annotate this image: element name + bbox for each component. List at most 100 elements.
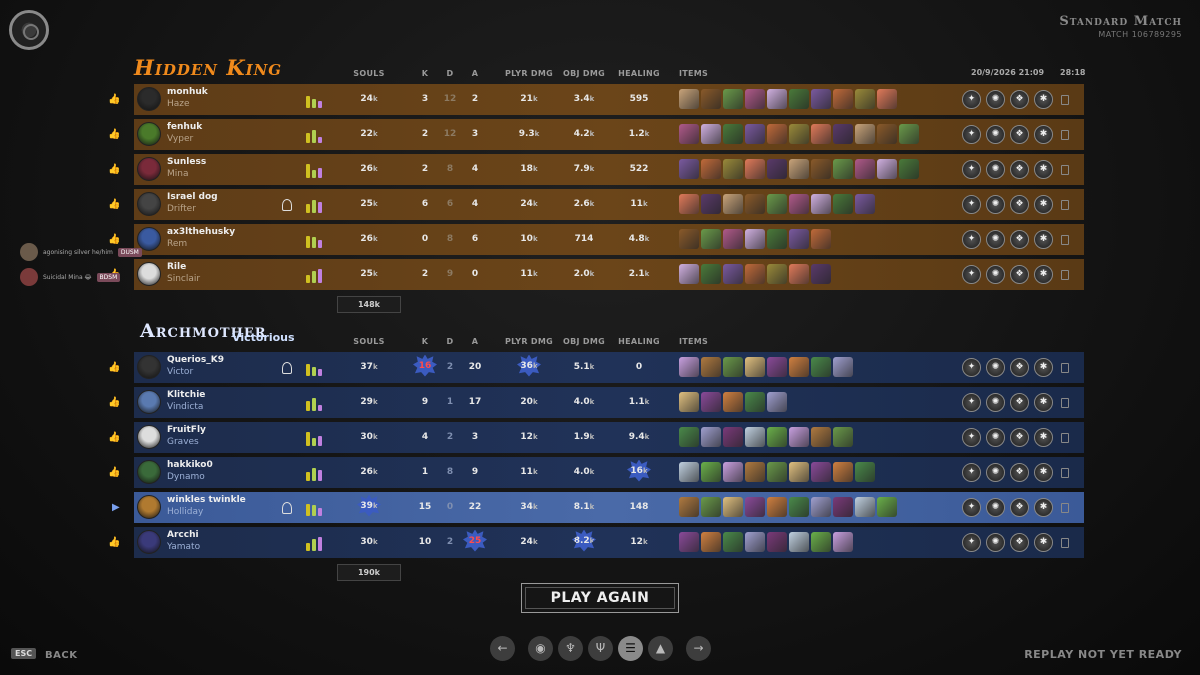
item-icon[interactable] [767,462,787,482]
player-avatar[interactable] [137,157,161,181]
ability-icon[interactable]: ✦ [962,90,981,109]
ability-icon[interactable]: ✺ [986,195,1005,214]
item-icon[interactable] [767,124,787,144]
ability-icon[interactable]: ❖ [1010,160,1029,179]
player-name[interactable]: winkles twinkle [167,495,246,505]
item-icon[interactable] [679,462,699,482]
item-icon[interactable] [811,357,831,377]
item-icon[interactable] [767,89,787,109]
player-name[interactable]: ax3lthehusky [167,227,235,237]
player-row[interactable]: FruitFly Graves 30k 4 2 3 12k 1.9k 9.4k ✦ ✺ ❖ ✱ [134,422,1084,453]
copy-icon[interactable] [1061,95,1069,105]
item-icon[interactable] [811,532,831,552]
item-icon[interactable] [745,124,765,144]
item-icon[interactable] [723,159,743,179]
copy-icon[interactable] [1061,200,1069,210]
item-icon[interactable] [855,497,875,517]
ability-icon[interactable]: ❖ [1010,393,1029,412]
item-icon[interactable] [723,532,743,552]
commend-thumb-icon[interactable]: 👍 [108,94,122,106]
ability-icon[interactable]: ✦ [962,393,981,412]
ability-icon[interactable]: ✦ [962,230,981,249]
item-icon[interactable] [789,427,809,447]
player-row[interactable]: Querios_K9 Victor 37k 16 2 20 36k 5.1k 0 ✦ ✺ ❖ ✱ [134,352,1084,383]
copy-icon[interactable] [1061,503,1069,513]
ability-icon[interactable]: ✦ [962,498,981,517]
item-icon[interactable] [833,159,853,179]
item-icon[interactable] [855,462,875,482]
ability-icon[interactable]: ✦ [962,125,981,144]
item-icon[interactable] [767,427,787,447]
player-row[interactable]: Sunless Mina 26k 2 8 4 18k 7.9k 522 ✦ ✺ ❖ ✱ [134,154,1084,185]
ability-icon[interactable]: ✱ [1034,428,1053,447]
item-icon[interactable] [789,124,809,144]
copy-icon[interactable] [1061,165,1069,175]
prev-arrow-icon[interactable]: ← [490,636,515,661]
item-icon[interactable] [723,392,743,412]
play-again-button[interactable]: PLAY AGAIN [521,583,679,613]
commend-thumb-icon[interactable]: 👍 [108,467,122,479]
player-row[interactable]: hakkiko0 Dynamo 26k 1 8 9 11k 4.0k 16k ✦ ✺ ❖ ✱ [134,457,1084,488]
item-icon[interactable] [701,532,721,552]
item-icon[interactable] [855,89,875,109]
player-name[interactable]: hakkiko0 [167,460,213,470]
item-icon[interactable] [701,124,721,144]
ability-icon[interactable]: ✱ [1034,125,1053,144]
item-icon[interactable] [745,357,765,377]
item-icon[interactable] [855,124,875,144]
commend-thumb-icon[interactable]: 👍 [108,432,122,444]
item-icon[interactable] [679,89,699,109]
ability-icon[interactable]: ✺ [986,498,1005,517]
ability-icon[interactable]: ✺ [986,428,1005,447]
ability-icon[interactable]: ✱ [1034,160,1053,179]
item-icon[interactable] [745,392,765,412]
item-icon[interactable] [811,427,831,447]
item-icon[interactable] [833,89,853,109]
item-icon[interactable] [701,89,721,109]
eye-icon[interactable]: ◉ [528,636,553,661]
item-icon[interactable] [811,229,831,249]
item-icon[interactable] [833,532,853,552]
item-icon[interactable] [745,264,765,284]
graph-icon[interactable]: ▲ [648,636,673,661]
item-icon[interactable] [789,264,809,284]
item-icon[interactable] [789,357,809,377]
ability-icon[interactable]: ✱ [1034,498,1053,517]
next-arrow-icon[interactable]: → [686,636,711,661]
item-icon[interactable] [679,392,699,412]
player-row[interactable]: monhuk Haze 24k 3 12 2 21k 3.4k 595 ✦ ✺ ❖ ✱ [134,84,1084,115]
player-name[interactable]: Israel dog [167,192,218,202]
back-button[interactable]: BACK [45,650,77,661]
ability-icon[interactable]: ❖ [1010,428,1029,447]
item-icon[interactable] [833,427,853,447]
ability-icon[interactable]: ✦ [962,160,981,179]
item-icon[interactable] [723,462,743,482]
player-avatar[interactable] [137,530,161,554]
copy-icon[interactable] [1061,130,1069,140]
item-icon[interactable] [833,357,853,377]
ability-icon[interactable]: ✱ [1034,533,1053,552]
item-icon[interactable] [767,159,787,179]
item-icon[interactable] [767,264,787,284]
player-row[interactable]: Rile Sinclair 25k 2 9 0 11k 2.0k 2.1k ✦ ✺ ❖ ✱ [134,259,1084,290]
scoreboard-list-icon[interactable]: ☰ [618,636,643,661]
item-icon[interactable] [855,159,875,179]
ability-icon[interactable]: ✦ [962,428,981,447]
item-icon[interactable] [723,497,743,517]
player-avatar[interactable] [137,122,161,146]
player-avatar[interactable] [137,355,161,379]
item-icon[interactable] [701,357,721,377]
copy-icon[interactable] [1061,433,1069,443]
item-icon[interactable] [745,89,765,109]
item-icon[interactable] [745,532,765,552]
ability-icon[interactable]: ✱ [1034,230,1053,249]
ability-icon[interactable]: ✺ [986,125,1005,144]
claw-icon[interactable]: Ψ [588,636,613,661]
item-icon[interactable] [767,497,787,517]
item-icon[interactable] [679,264,699,284]
player-avatar[interactable] [137,87,161,111]
item-icon[interactable] [745,497,765,517]
item-icon[interactable] [789,462,809,482]
item-icon[interactable] [679,194,699,214]
item-icon[interactable] [833,194,853,214]
